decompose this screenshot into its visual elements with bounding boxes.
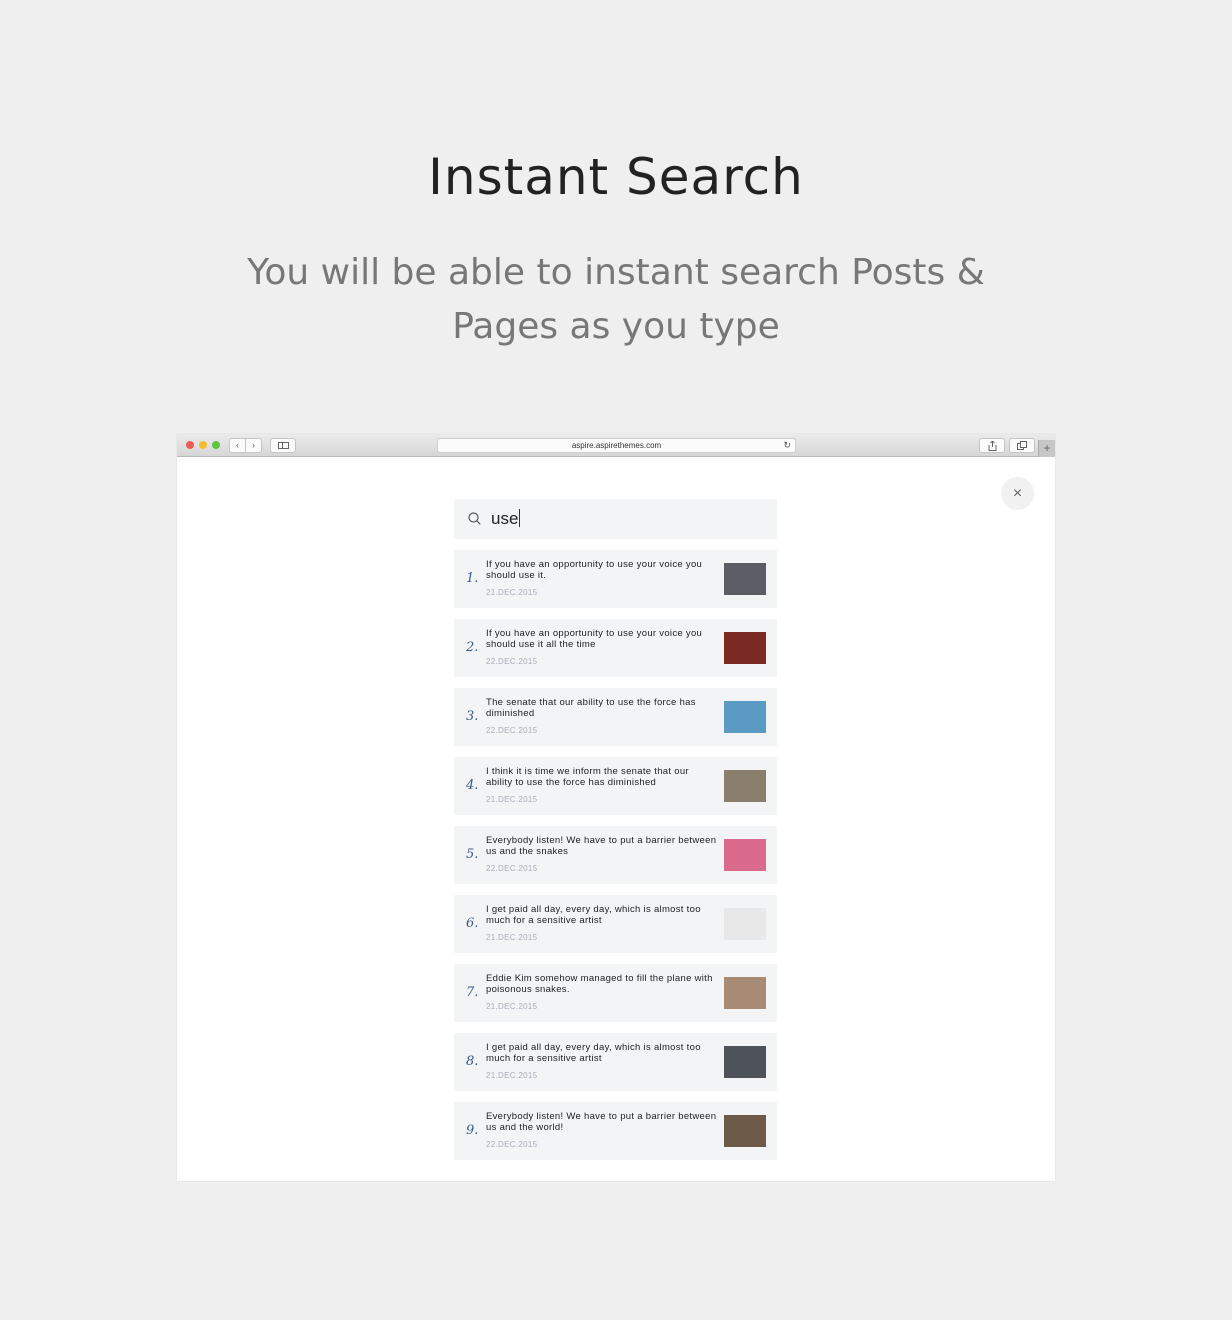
text-cursor bbox=[519, 509, 521, 527]
reload-icon[interactable]: ↻ bbox=[783, 439, 791, 452]
share-button[interactable] bbox=[979, 438, 1005, 453]
result-thumbnail[interactable] bbox=[724, 977, 766, 1009]
search-field[interactable]: use bbox=[454, 499, 777, 539]
result-thumbnail[interactable] bbox=[724, 839, 766, 871]
search-icon bbox=[468, 512, 481, 525]
browser-window: ‹ › aspire.aspirethemes.com ↻ + × use 1.… bbox=[177, 434, 1055, 1181]
result-title[interactable]: I get paid all day, every day, which is … bbox=[486, 1042, 718, 1064]
search-result-item[interactable]: 2. If you have an opportunity to use your… bbox=[454, 619, 777, 677]
result-date: 21.DEC.2015 bbox=[486, 795, 538, 804]
search-result-item[interactable]: 7. Eddie Kim somehow managed to fill the … bbox=[454, 964, 777, 1022]
result-title[interactable]: Everybody listen! We have to put a barri… bbox=[486, 835, 718, 857]
search-result-item[interactable]: 5. Everybody listen! We have to put a bar… bbox=[454, 826, 777, 884]
result-thumbnail[interactable] bbox=[724, 770, 766, 802]
result-date: 22.DEC.2015 bbox=[486, 1140, 538, 1149]
tabs-icon bbox=[1017, 441, 1027, 450]
search-result-item[interactable]: 4. I think it is time we inform the senat… bbox=[454, 757, 777, 815]
result-date: 21.DEC.2015 bbox=[486, 1002, 538, 1011]
result-title[interactable]: The senate that our ability to use the f… bbox=[486, 697, 718, 719]
result-number: 6. bbox=[466, 916, 479, 931]
zoom-window-button[interactable] bbox=[212, 441, 220, 449]
result-thumbnail[interactable] bbox=[724, 563, 766, 595]
search-query: use bbox=[491, 509, 519, 528]
tabs-overview-button[interactable] bbox=[1009, 438, 1035, 453]
share-icon bbox=[988, 440, 996, 451]
result-title[interactable]: Eddie Kim somehow managed to fill the pl… bbox=[486, 973, 718, 995]
result-number: 1. bbox=[466, 571, 479, 586]
close-search-button[interactable]: × bbox=[1001, 477, 1034, 510]
close-window-button[interactable] bbox=[186, 441, 194, 449]
result-number: 5. bbox=[466, 847, 479, 862]
page-title: Instant Search bbox=[428, 148, 804, 206]
result-thumbnail[interactable] bbox=[724, 701, 766, 733]
result-title[interactable]: Everybody listen! We have to put a barri… bbox=[486, 1111, 718, 1133]
search-results: 1. If you have an opportunity to use your… bbox=[454, 550, 777, 1171]
result-thumbnail[interactable] bbox=[724, 908, 766, 940]
result-number: 9. bbox=[466, 1123, 479, 1138]
result-number: 3. bbox=[466, 709, 479, 724]
forward-button[interactable]: › bbox=[245, 438, 262, 453]
result-date: 22.DEC.2015 bbox=[486, 726, 538, 735]
result-date: 21.DEC.2015 bbox=[486, 1071, 538, 1080]
search-result-item[interactable]: 1. If you have an opportunity to use your… bbox=[454, 550, 777, 608]
result-title[interactable]: If you have an opportunity to use your v… bbox=[486, 628, 718, 650]
result-date: 22.DEC.2015 bbox=[486, 864, 538, 873]
result-number: 8. bbox=[466, 1054, 479, 1069]
result-title[interactable]: I get paid all day, every day, which is … bbox=[486, 904, 718, 926]
result-number: 4. bbox=[466, 778, 479, 793]
search-result-item[interactable]: 8. I get paid all day, every day, which i… bbox=[454, 1033, 777, 1091]
new-tab-button[interactable]: + bbox=[1038, 440, 1055, 457]
search-result-item[interactable]: 9. Everybody listen! We have to put a bar… bbox=[454, 1102, 777, 1160]
result-number: 2. bbox=[466, 640, 479, 655]
result-number: 7. bbox=[466, 985, 479, 1000]
search-result-item[interactable]: 3. The senate that our ability to use the… bbox=[454, 688, 777, 746]
address-bar[interactable]: aspire.aspirethemes.com ↻ bbox=[437, 438, 796, 453]
sidebar-toggle-button[interactable] bbox=[270, 438, 296, 453]
browser-toolbar: ‹ › aspire.aspirethemes.com ↻ + bbox=[177, 434, 1055, 457]
result-thumbnail[interactable] bbox=[724, 1046, 766, 1078]
page-subtitle: You will be able to instant search Posts… bbox=[247, 252, 985, 347]
result-date: 22.DEC.2015 bbox=[486, 657, 538, 666]
result-title[interactable]: If you have an opportunity to use your v… bbox=[486, 559, 718, 581]
url-text: aspire.aspirethemes.com bbox=[571, 441, 662, 450]
search-input[interactable]: use bbox=[491, 509, 521, 529]
sidebar-icon bbox=[277, 442, 289, 449]
result-title[interactable]: I think it is time we inform the senate … bbox=[486, 766, 718, 788]
minimize-window-button[interactable] bbox=[199, 441, 207, 449]
search-result-item[interactable]: 6. I get paid all day, every day, which i… bbox=[454, 895, 777, 953]
back-button[interactable]: ‹ bbox=[229, 438, 246, 453]
result-date: 21.DEC.2015 bbox=[486, 933, 538, 942]
result-date: 21.DEC.2015 bbox=[486, 588, 538, 597]
result-thumbnail[interactable] bbox=[724, 632, 766, 664]
result-thumbnail[interactable] bbox=[724, 1115, 766, 1147]
